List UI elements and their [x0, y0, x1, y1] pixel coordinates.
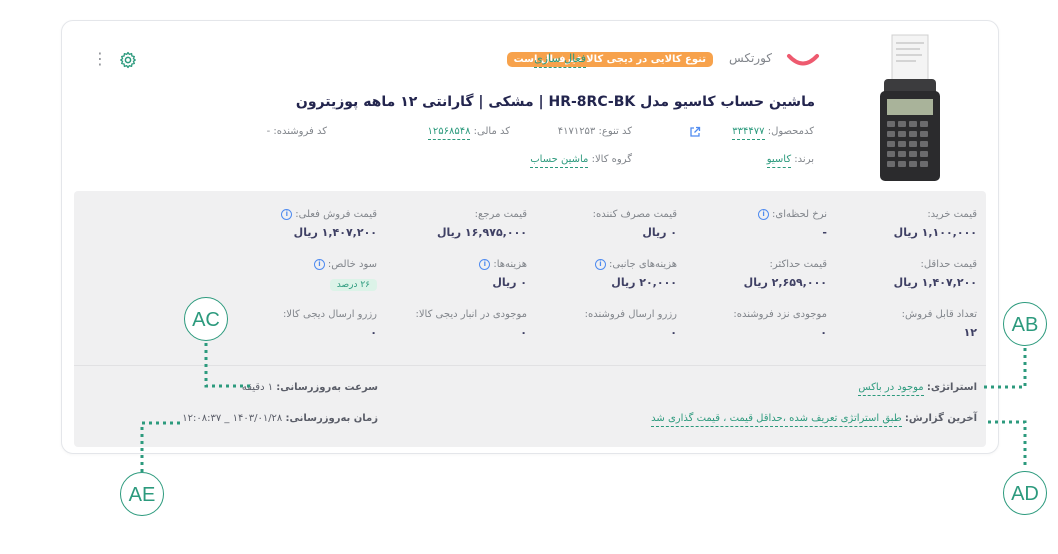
callout-ae: AE [120, 472, 164, 516]
connector-ad [986, 420, 1027, 465]
connector-ab [983, 348, 1027, 389]
connector-ac [204, 343, 252, 388]
callout-ab: AB [1003, 302, 1047, 346]
callout-ac: AC [184, 297, 228, 341]
callout-connectors [140, 343, 1027, 472]
connector-ae [140, 421, 184, 472]
callout-ad: AD [1003, 471, 1047, 515]
